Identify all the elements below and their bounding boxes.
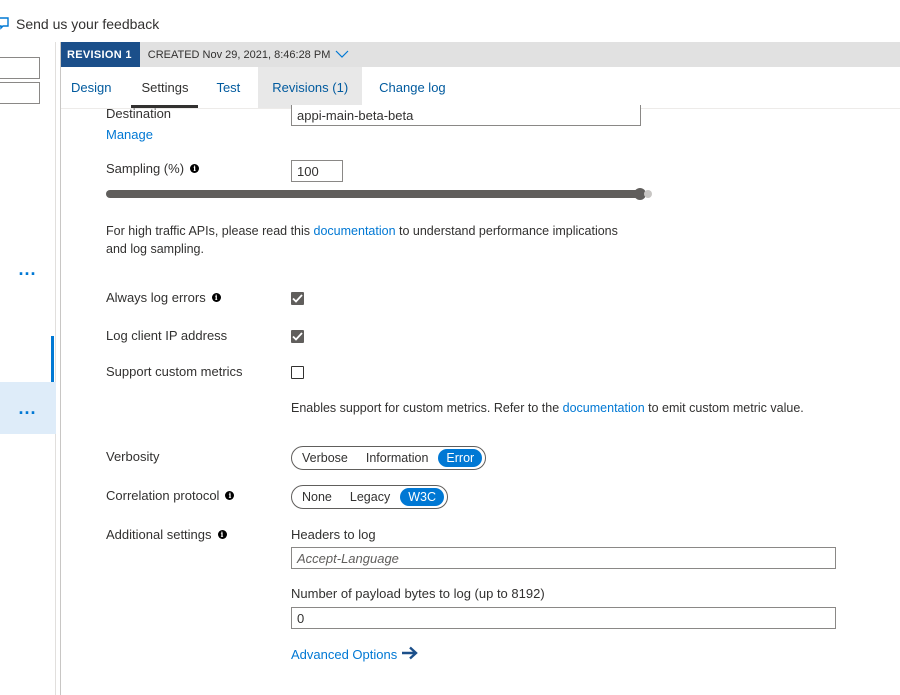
info-icon[interactable]: i xyxy=(217,530,227,539)
tab-settings[interactable]: Settings xyxy=(121,67,208,108)
chevron-down-icon xyxy=(335,49,349,61)
tab-design[interactable]: Design xyxy=(61,67,121,108)
info-icon[interactable]: i xyxy=(225,491,235,500)
sampling-note-post: to understand performance implications xyxy=(395,224,618,238)
correlation-none[interactable]: None xyxy=(302,488,340,506)
payload-bytes-label: Number of payload bytes to log (up to 81… xyxy=(291,586,545,601)
sampling-note: For high traffic APIs, please read this … xyxy=(106,222,666,258)
more-options-icon[interactable]: ... xyxy=(0,257,55,281)
advanced-options-label: Advanced Options xyxy=(291,647,398,662)
sampling-slider[interactable] xyxy=(106,188,652,200)
checkmark-icon xyxy=(292,294,303,303)
additional-settings-text: Additional settings xyxy=(106,527,212,542)
revision-created-text: CREATED Nov 29, 2021, 8:46:28 PM xyxy=(147,48,331,61)
arrow-right-icon xyxy=(401,646,419,663)
tab-test[interactable]: Test xyxy=(208,67,258,108)
headers-to-log-label: Headers to log xyxy=(291,527,376,542)
custom-metrics-note: Enables support for custom metrics. Refe… xyxy=(291,399,891,417)
destination-field[interactable]: appi-main-beta-beta xyxy=(291,105,641,126)
correlation-protocol-text: Correlation protocol xyxy=(106,488,220,503)
log-client-ip-label: Log client IP address xyxy=(106,328,227,343)
tab-bar: Design Settings Test Revisions (1) Chang… xyxy=(61,67,900,109)
verbosity-label: Verbosity xyxy=(106,449,159,464)
verbosity-error[interactable]: Error xyxy=(438,449,483,467)
custom-metrics-text: Support custom metrics xyxy=(106,364,243,379)
sampling-label-text: Sampling (%) xyxy=(106,161,185,176)
revision-badge: REVISION 1 xyxy=(61,42,140,67)
payload-bytes-input[interactable]: 0 xyxy=(291,607,836,629)
sampling-slider-end xyxy=(644,190,652,198)
headers-to-log-input[interactable]: Accept-Language xyxy=(291,547,836,569)
always-log-errors-checkbox[interactable] xyxy=(291,292,304,305)
correlation-w3c[interactable]: W3C xyxy=(400,488,444,506)
verbosity-information[interactable]: Information xyxy=(358,449,437,467)
manage-link[interactable]: Manage xyxy=(106,127,153,142)
correlation-protocol-label: Correlation protocol i xyxy=(106,488,235,503)
additional-settings-label: Additional settings i xyxy=(106,527,227,542)
revision-created[interactable]: CREATED Nov 29, 2021, 8:46:28 PM xyxy=(148,49,350,61)
sampling-note-line2: and log sampling. xyxy=(106,242,204,256)
checkmark-icon xyxy=(292,332,303,341)
left-selected-item[interactable]: ... xyxy=(0,382,56,434)
log-client-ip-checkbox[interactable] xyxy=(291,330,304,343)
sampling-label: Sampling (%) i xyxy=(106,161,200,176)
settings-blade: REVISION 1 CREATED Nov 29, 2021, 8:46:28… xyxy=(60,42,900,695)
feedback-icon xyxy=(0,16,10,32)
more-options-icon[interactable]: ... xyxy=(0,396,55,420)
send-feedback-link[interactable]: Send us your feedback xyxy=(0,14,159,34)
custom-metrics-note-post: to emit custom metric value. xyxy=(644,401,804,415)
selection-indicator xyxy=(51,336,54,382)
log-client-ip-text: Log client IP address xyxy=(106,328,228,343)
info-icon[interactable]: i xyxy=(211,293,221,302)
always-log-errors-text: Always log errors xyxy=(106,290,206,305)
destination-label-text: Destination xyxy=(106,106,172,121)
tab-change-log[interactable]: Change log xyxy=(362,67,460,108)
documentation-link[interactable]: documentation xyxy=(314,224,396,238)
documentation-link[interactable]: documentation xyxy=(563,401,645,415)
feedback-label: Send us your feedback xyxy=(16,16,160,32)
verbosity-toggle: Verbose Information Error xyxy=(291,446,487,470)
tab-revisions[interactable]: Revisions (1) xyxy=(258,67,363,108)
sampling-input[interactable]: 100 xyxy=(291,160,343,182)
left-pane: ... ... xyxy=(0,42,56,695)
verbosity-label-text: Verbosity xyxy=(106,449,160,464)
custom-metrics-note-pre: Enables support for custom metrics. Refe… xyxy=(291,401,563,415)
revision-bar: REVISION 1 CREATED Nov 29, 2021, 8:46:28… xyxy=(61,42,900,67)
correlation-protocol-toggle: None Legacy W3C xyxy=(291,485,448,509)
left-search-input[interactable] xyxy=(0,82,40,104)
sampling-note-pre: For high traffic APIs, please read this xyxy=(106,224,314,238)
always-log-errors-label: Always log errors i xyxy=(106,290,221,305)
destination-label: Destination xyxy=(106,105,171,121)
custom-metrics-label: Support custom metrics xyxy=(106,364,243,379)
advanced-options-link[interactable]: Advanced Options xyxy=(291,646,419,663)
info-icon[interactable]: i xyxy=(190,164,200,173)
verbosity-verbose[interactable]: Verbose xyxy=(302,449,356,467)
custom-metrics-checkbox[interactable] xyxy=(291,366,304,379)
correlation-legacy[interactable]: Legacy xyxy=(342,488,398,506)
left-filter-input[interactable] xyxy=(0,57,40,79)
